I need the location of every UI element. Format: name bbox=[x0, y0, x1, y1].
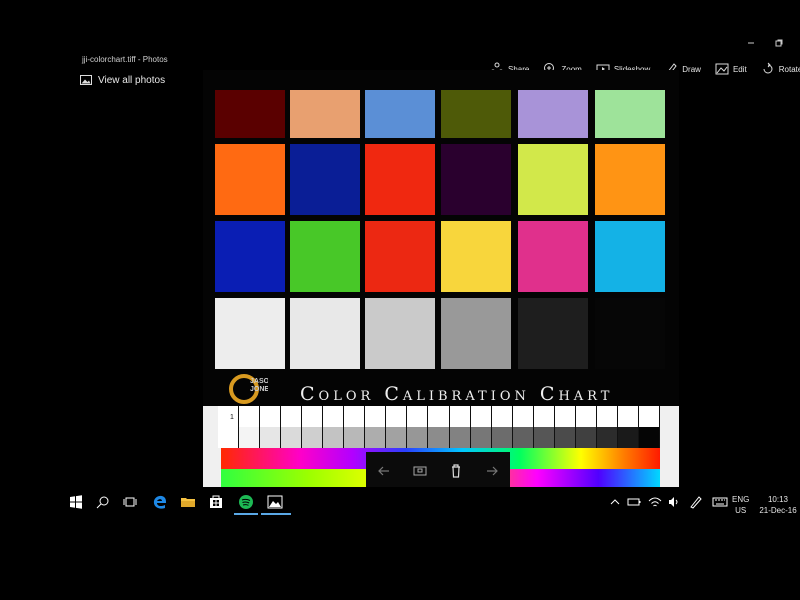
color-patch bbox=[441, 90, 511, 138]
view-all-photos-link[interactable]: View all photos bbox=[80, 74, 165, 86]
chart-title: Color Calibration Chart bbox=[300, 383, 614, 405]
edge-browser-icon[interactable] bbox=[152, 494, 168, 510]
search-icon[interactable] bbox=[95, 494, 111, 510]
gray-step bbox=[449, 406, 471, 448]
color-patch bbox=[215, 298, 285, 369]
edit-label: Edit bbox=[732, 64, 747, 74]
strip-last-number: 21 bbox=[646, 413, 654, 420]
language-indicator[interactable]: ENG US bbox=[732, 494, 749, 516]
keyboard-icon[interactable] bbox=[712, 494, 728, 510]
color-patch bbox=[595, 90, 665, 138]
windows-start-icon[interactable] bbox=[68, 494, 84, 510]
color-patch bbox=[365, 221, 435, 292]
minimize-icon[interactable] bbox=[746, 38, 756, 48]
color-patch bbox=[595, 144, 665, 215]
gray-step bbox=[617, 406, 639, 448]
fit-window-icon[interactable] bbox=[411, 462, 429, 480]
restore-icon[interactable] bbox=[774, 38, 784, 48]
photo-icon bbox=[80, 75, 92, 85]
next-arrow-icon[interactable] bbox=[483, 462, 501, 480]
draw-label: Draw bbox=[682, 64, 701, 74]
gray-step bbox=[596, 406, 618, 448]
gray-step bbox=[218, 406, 240, 448]
grayscale-strip bbox=[218, 406, 660, 448]
rotate-icon bbox=[763, 62, 773, 74]
delete-icon[interactable] bbox=[447, 462, 465, 480]
photos-app-icon[interactable] bbox=[267, 494, 283, 510]
gray-step bbox=[554, 406, 576, 448]
spotify-active-indicator bbox=[234, 513, 258, 515]
wifi-icon[interactable] bbox=[647, 494, 663, 510]
color-patch bbox=[365, 298, 435, 369]
gray-step bbox=[386, 406, 408, 448]
clock-date: 21-Dec-16 bbox=[759, 506, 797, 515]
svg-text:JASON: JASON bbox=[250, 378, 268, 385]
gray-step bbox=[407, 406, 429, 448]
battery-icon[interactable] bbox=[626, 494, 642, 510]
volume-icon[interactable] bbox=[666, 494, 682, 510]
gray-step bbox=[512, 406, 534, 448]
gray-step bbox=[428, 406, 450, 448]
photos-active-indicator bbox=[261, 513, 291, 515]
gray-step bbox=[281, 406, 303, 448]
color-patch bbox=[290, 144, 360, 215]
color-patch bbox=[595, 298, 665, 369]
svg-text:JONES: JONES bbox=[250, 386, 268, 393]
color-patch bbox=[290, 90, 360, 138]
gray-step bbox=[239, 406, 261, 448]
edit-icon bbox=[715, 63, 729, 75]
gray-step bbox=[533, 406, 555, 448]
rotate-label: Rotate bbox=[778, 64, 800, 74]
file-explorer-icon[interactable] bbox=[180, 494, 196, 510]
region-code: US bbox=[735, 506, 747, 515]
color-patch bbox=[441, 221, 511, 292]
color-patch bbox=[365, 90, 435, 138]
gray-step bbox=[470, 406, 492, 448]
gray-step bbox=[365, 406, 387, 448]
color-patch bbox=[215, 90, 285, 138]
color-patch bbox=[518, 221, 588, 292]
logo-icon: JASON JONES bbox=[229, 374, 268, 404]
color-patch bbox=[595, 221, 665, 292]
view-all-label: View all photos bbox=[98, 74, 166, 86]
clock[interactable]: 10:13 21-Dec-16 bbox=[756, 494, 800, 516]
gray-step bbox=[260, 406, 282, 448]
rotate-button[interactable]: Rotate bbox=[761, 62, 800, 76]
color-patch bbox=[290, 221, 360, 292]
color-patch bbox=[365, 144, 435, 215]
window-title: jji-colorchart.tiff - Photos bbox=[82, 55, 168, 64]
clock-time: 10:13 bbox=[767, 495, 789, 504]
color-patch bbox=[518, 144, 588, 215]
color-patch bbox=[518, 298, 588, 369]
previous-arrow-icon[interactable] bbox=[375, 462, 393, 480]
gray-step bbox=[491, 406, 513, 448]
gray-step bbox=[344, 406, 366, 448]
task-view-icon[interactable] bbox=[122, 494, 138, 510]
edit-button[interactable]: Edit bbox=[715, 62, 747, 76]
color-patch bbox=[441, 298, 511, 369]
color-patch bbox=[215, 221, 285, 292]
gray-step bbox=[575, 406, 597, 448]
color-patch bbox=[441, 144, 511, 215]
gray-step bbox=[323, 406, 345, 448]
color-patch bbox=[215, 144, 285, 215]
spotify-icon[interactable] bbox=[238, 494, 254, 510]
language-code: ENG bbox=[732, 495, 750, 504]
store-icon[interactable] bbox=[208, 494, 224, 510]
strip-first-number: 1 bbox=[230, 414, 234, 421]
color-patch bbox=[518, 90, 588, 138]
pen-workspace-icon[interactable] bbox=[688, 494, 704, 510]
photo-nav-overlay bbox=[366, 452, 510, 490]
gray-step bbox=[302, 406, 324, 448]
color-patch bbox=[290, 298, 360, 369]
chevron-up-icon[interactable] bbox=[607, 494, 623, 510]
